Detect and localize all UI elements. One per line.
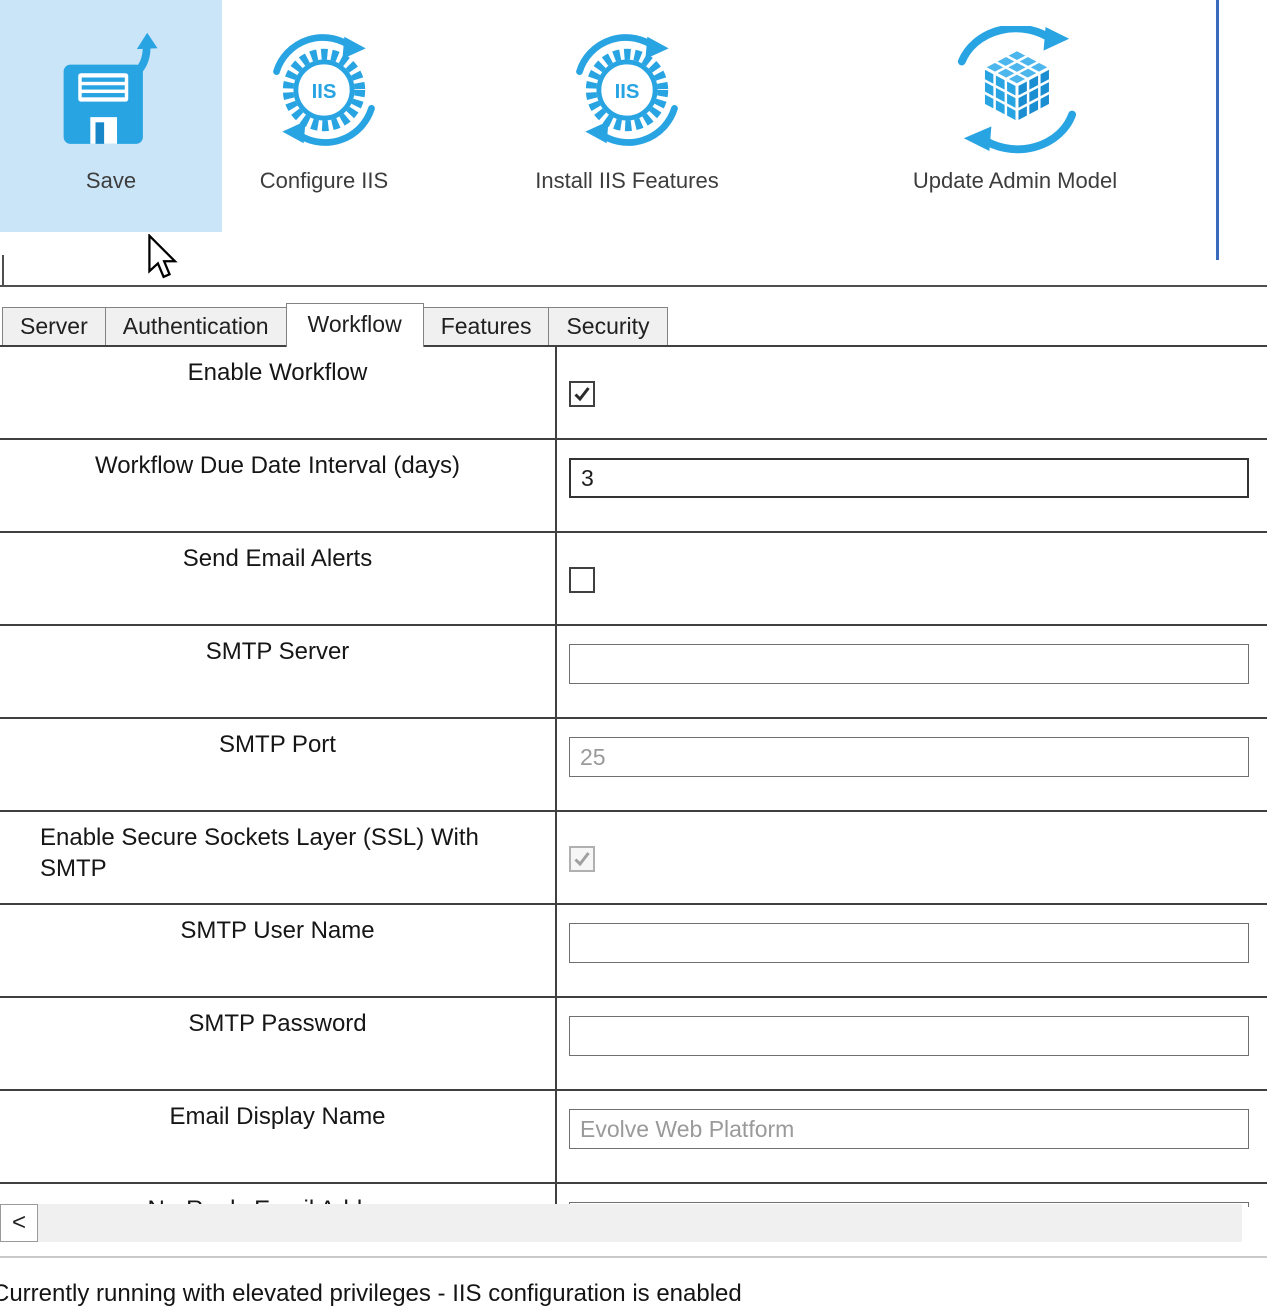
iis-gear-icon: IIS <box>261 20 387 160</box>
field-control-cell <box>557 1091 1267 1182</box>
form-row: Email Display Name <box>0 1091 1267 1184</box>
tab-security[interactable]: Security <box>548 307 667 345</box>
field-label-cell: SMTP User Name <box>0 905 557 996</box>
scroll-left-arrow-icon: < <box>12 1211 26 1235</box>
cube-refresh-icon <box>946 20 1084 160</box>
form-row: SMTP Server <box>0 626 1267 719</box>
configure-iis-button[interactable]: IIS Configure IIS <box>224 0 424 232</box>
update-admin-model-button-label: Update Admin Model <box>913 168 1117 194</box>
field-label: Email Display Name <box>169 1101 385 1132</box>
svg-text:IIS: IIS <box>615 81 640 103</box>
input-smtp-password[interactable] <box>569 1016 1249 1056</box>
field-label-cell: Email Display Name <box>0 1091 557 1182</box>
field-control-cell <box>557 905 1267 996</box>
install-iis-features-button-label: Install IIS Features <box>535 168 718 194</box>
form-row: SMTP Port <box>0 719 1267 812</box>
field-control-cell <box>557 440 1267 531</box>
svg-text:IIS: IIS <box>312 81 337 103</box>
save-button[interactable]: Save <box>0 0 222 232</box>
window-left-edge <box>2 255 4 285</box>
field-label: SMTP Server <box>206 636 350 667</box>
status-bar: Currently running with elevated privileg… <box>0 1256 1267 1308</box>
field-label: SMTP Password <box>188 1008 366 1039</box>
field-control-cell <box>557 719 1267 810</box>
field-label-cell: Enable Secure Sockets Layer (SSL) With S… <box>0 812 557 903</box>
field-label-cell: SMTP Server <box>0 626 557 717</box>
status-message: Currently running with elevated privileg… <box>0 1280 742 1308</box>
tab-authentication[interactable]: Authentication <box>105 307 286 345</box>
field-label-cell: Send Email Alerts <box>0 533 557 624</box>
input-smtp-port[interactable] <box>569 737 1249 777</box>
field-label: Workflow Due Date Interval (days) <box>95 450 460 481</box>
input-workflow-due-date-interval-days[interactable] <box>569 458 1249 498</box>
iis-gear-icon: IIS <box>564 20 690 160</box>
ribbon-group-separator <box>1216 0 1219 260</box>
toolbar: Save IIS Configure IIS <box>0 0 1267 287</box>
form-row: Workflow Due Date Interval (days) <box>0 440 1267 533</box>
field-label: Enable Workflow <box>188 357 368 388</box>
install-iis-features-button[interactable]: IIS Install IIS Features <box>512 0 742 232</box>
field-label: Send Email Alerts <box>183 543 372 574</box>
field-control-cell <box>557 998 1267 1089</box>
field-label-cell: SMTP Port <box>0 719 557 810</box>
field-control-cell <box>557 812 1267 903</box>
field-label: SMTP Port <box>219 729 336 760</box>
form-row: SMTP Password <box>0 998 1267 1091</box>
tab-features[interactable]: Features <box>424 307 549 345</box>
mouse-cursor <box>148 234 182 280</box>
tab-server[interactable]: Server <box>2 307 105 345</box>
field-label-cell: SMTP Password <box>0 998 557 1089</box>
checkbox-enable-workflow[interactable] <box>569 381 595 407</box>
field-label-cell: Workflow Due Date Interval (days) <box>0 440 557 531</box>
horizontal-scrollbar[interactable]: < <box>0 1204 1242 1242</box>
save-button-label: Save <box>86 168 136 194</box>
checkbox-enable-secure-sockets-layer-ssl-with-smtp <box>569 846 595 872</box>
form-row: Send Email Alerts <box>0 533 1267 626</box>
form-row: Enable Workflow <box>0 347 1267 440</box>
field-control-cell <box>557 533 1267 624</box>
field-label-cell: Enable Workflow <box>0 347 557 438</box>
form-row: Enable Secure Sockets Layer (SSL) With S… <box>0 812 1267 905</box>
form-row: SMTP User Name <box>0 905 1267 998</box>
update-admin-model-button[interactable]: Update Admin Model <box>890 0 1140 232</box>
scrollbar-track[interactable] <box>38 1204 1242 1242</box>
field-control-cell <box>557 347 1267 438</box>
save-floppy-icon <box>55 20 167 160</box>
workflow-settings-form: Enable Workflow Workflow Due Date Interva… <box>0 345 1267 1207</box>
field-label: Enable Secure Sockets Layer (SSL) With S… <box>40 822 515 884</box>
scroll-left-button[interactable]: < <box>0 1204 38 1242</box>
input-smtp-server[interactable] <box>569 644 1249 684</box>
field-control-cell <box>557 626 1267 717</box>
field-label: SMTP User Name <box>180 915 374 946</box>
checkbox-send-email-alerts[interactable] <box>569 567 595 593</box>
input-email-display-name[interactable] <box>569 1109 1249 1149</box>
configure-iis-button-label: Configure IIS <box>260 168 388 194</box>
tab-bar: Server Authentication Workflow Features … <box>0 303 1267 345</box>
tab-workflow[interactable]: Workflow <box>286 303 424 347</box>
input-smtp-user-name[interactable] <box>569 923 1249 963</box>
